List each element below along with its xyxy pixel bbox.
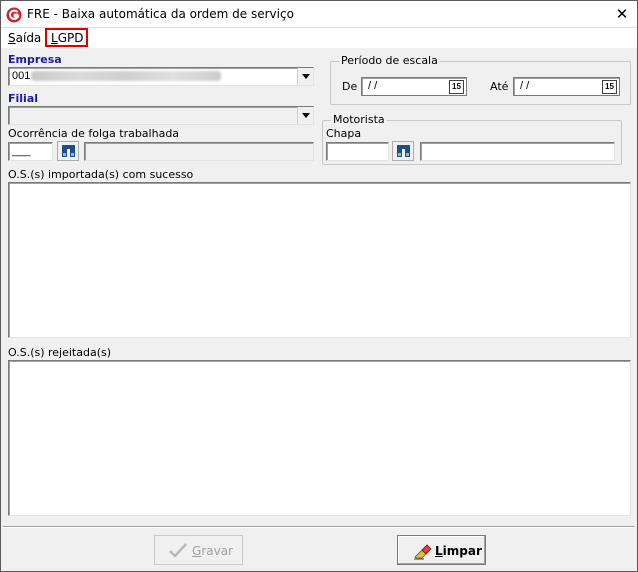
limpar-mnemonic: L <box>435 544 443 558</box>
binoculars-icon <box>397 145 410 157</box>
menu-item-lgpd[interactable]: LGPD <box>45 28 88 47</box>
ate-label: Até <box>490 80 509 93</box>
close-button[interactable]: ✕ <box>607 1 637 28</box>
binoculars-icon <box>62 145 75 157</box>
filial-dropdown-button[interactable] <box>297 107 313 124</box>
menu-bar: Saída LGPD <box>1 28 637 48</box>
motorista-description[interactable] <box>420 142 615 161</box>
de-date-value: / / <box>368 80 378 92</box>
calendar-day: 15 <box>605 82 614 91</box>
chevron-down-icon <box>302 113 310 118</box>
calendar-icon[interactable]: 15 <box>602 80 617 94</box>
app-logo-icon <box>6 7 22 23</box>
importadas-list[interactable] <box>8 182 631 338</box>
empresa-value: 001 <box>12 70 31 82</box>
ocorrencia-search-button[interactable] <box>57 141 79 161</box>
ocorrencia-label: Ocorrência de folga trabalhada <box>8 127 180 140</box>
checkmark-icon <box>169 543 187 558</box>
eraser-icon <box>414 544 432 560</box>
chevron-down-icon <box>302 74 310 79</box>
filial-combo[interactable] <box>8 106 314 125</box>
calendar-day: 15 <box>452 82 461 91</box>
gravar-mnemonic: G <box>192 544 202 558</box>
gravar-button[interactable]: Gravar <box>154 535 243 565</box>
gravar-label: ravar <box>201 544 233 558</box>
empresa-name-redacted <box>31 71 221 81</box>
menu-lgpd-label: GPD <box>57 31 84 45</box>
menu-saida-mnemonic: S <box>8 31 16 45</box>
filial-label: Filial <box>8 92 39 105</box>
window-title: FRE - Baixa automática da ordem de servi… <box>27 7 294 21</box>
menu-saida-label: aída <box>15 31 42 45</box>
ocorrencia-code-value: ___ <box>12 145 31 157</box>
motorista-search-button[interactable] <box>392 141 414 161</box>
ocorrencia-description <box>84 142 314 161</box>
chapa-input[interactable] <box>326 142 389 161</box>
chapa-label: Chapa <box>326 127 362 140</box>
calendar-icon[interactable]: 15 <box>449 80 464 94</box>
menu-lgpd-mnemonic: L <box>51 31 58 45</box>
rejeitadas-list[interactable] <box>8 360 631 516</box>
ate-date-value: / / <box>520 80 530 92</box>
main-window: FRE - Baixa automática da ordem de servi… <box>0 0 638 572</box>
rejeitadas-label: O.S.(s) rejeitada(s) <box>8 346 112 359</box>
motorista-title: Motorista <box>331 113 387 126</box>
de-label: De <box>342 80 358 93</box>
limpar-label: impar <box>442 544 482 558</box>
ocorrencia-code-input[interactable]: ___ <box>8 142 53 161</box>
menu-item-saida[interactable]: Saída <box>8 31 41 45</box>
empresa-label: Empresa <box>8 53 62 66</box>
title-bar: FRE - Baixa automática da ordem de servi… <box>1 1 637 28</box>
empresa-dropdown-button[interactable] <box>297 68 313 85</box>
importadas-label: O.S.(s) importada(s) com sucesso <box>8 168 194 181</box>
limpar-button[interactable]: Limpar <box>397 535 486 565</box>
empresa-combo[interactable]: 001 <box>8 67 314 86</box>
periodo-title: Período de escala <box>339 54 440 67</box>
ate-date-input[interactable]: / / 15 <box>513 77 620 96</box>
close-icon: ✕ <box>615 6 629 23</box>
footer-separator <box>3 526 635 528</box>
de-date-input[interactable]: / / 15 <box>361 77 467 96</box>
